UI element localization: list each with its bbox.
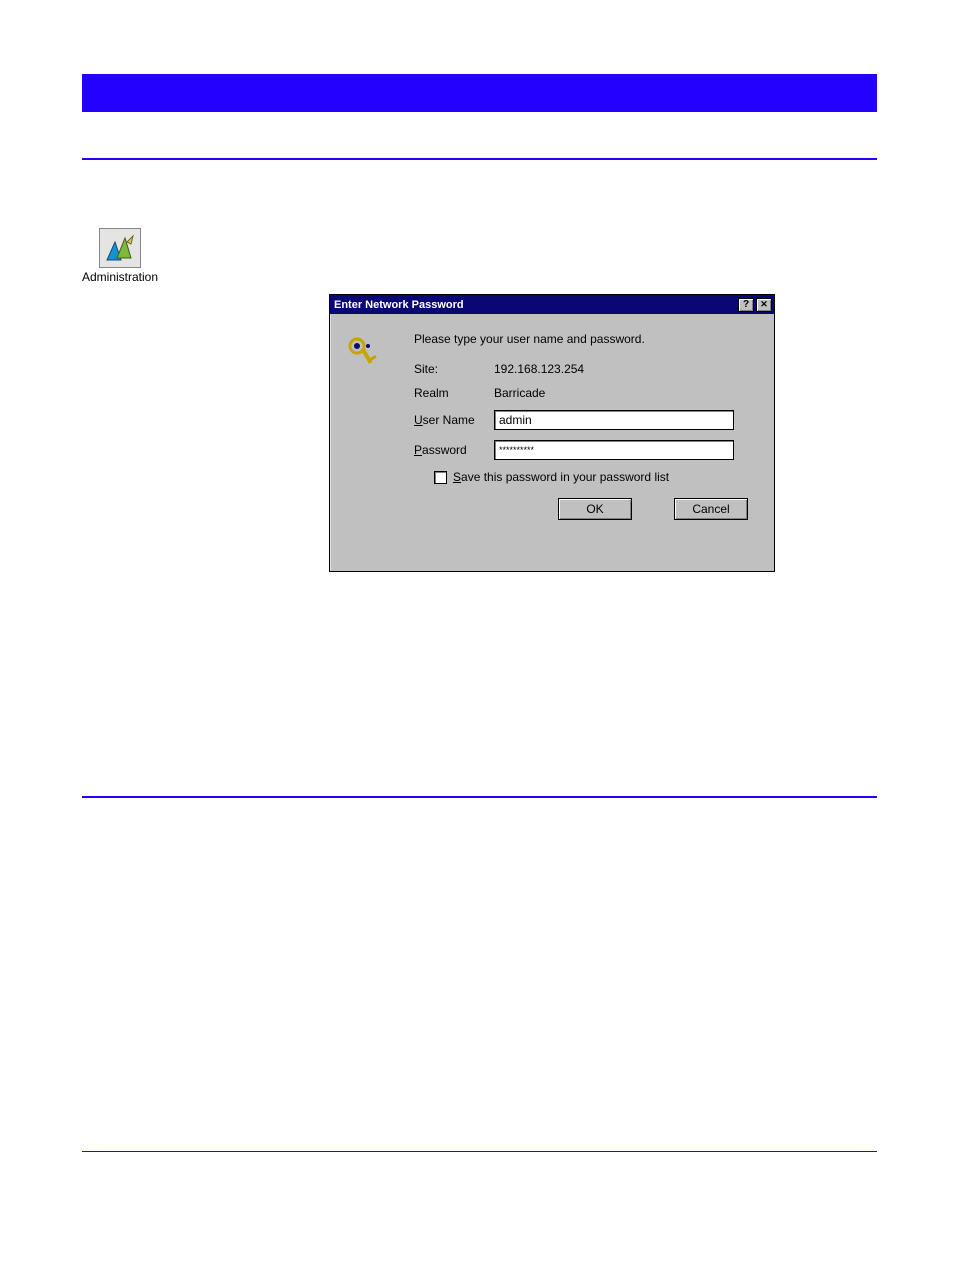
administration-icon — [99, 228, 141, 268]
dialog-prompt: Please type your user name and password. — [414, 332, 758, 346]
site-value: 192.168.123.254 — [494, 362, 584, 376]
network-password-dialog: Enter Network Password ? ✕ Please type y… — [329, 294, 775, 572]
save-password-checkbox[interactable] — [434, 471, 447, 484]
dialog-title: Enter Network Password — [334, 299, 736, 311]
key-icon — [346, 336, 382, 372]
administration-label: Administration — [82, 270, 158, 284]
password-input[interactable] — [494, 440, 734, 460]
site-label: Site: — [414, 362, 494, 376]
dialog-titlebar: Enter Network Password ? ✕ — [330, 295, 774, 314]
cancel-button[interactable]: Cancel — [674, 498, 748, 520]
ok-button[interactable]: OK — [558, 498, 632, 520]
administration-shortcut[interactable]: Administration — [82, 228, 158, 284]
close-button[interactable]: ✕ — [756, 298, 772, 312]
help-button[interactable]: ? — [738, 298, 754, 312]
username-input[interactable] — [494, 410, 734, 430]
save-password-label: Save this password in your password list — [453, 470, 669, 484]
divider-top — [82, 158, 877, 160]
password-label: Password — [414, 443, 494, 457]
username-label: User Name — [414, 413, 494, 427]
divider-middle — [82, 796, 877, 798]
realm-label: Realm — [414, 386, 494, 400]
divider-bottom — [82, 1151, 877, 1152]
realm-value: Barricade — [494, 386, 545, 400]
header-bar — [82, 74, 877, 112]
